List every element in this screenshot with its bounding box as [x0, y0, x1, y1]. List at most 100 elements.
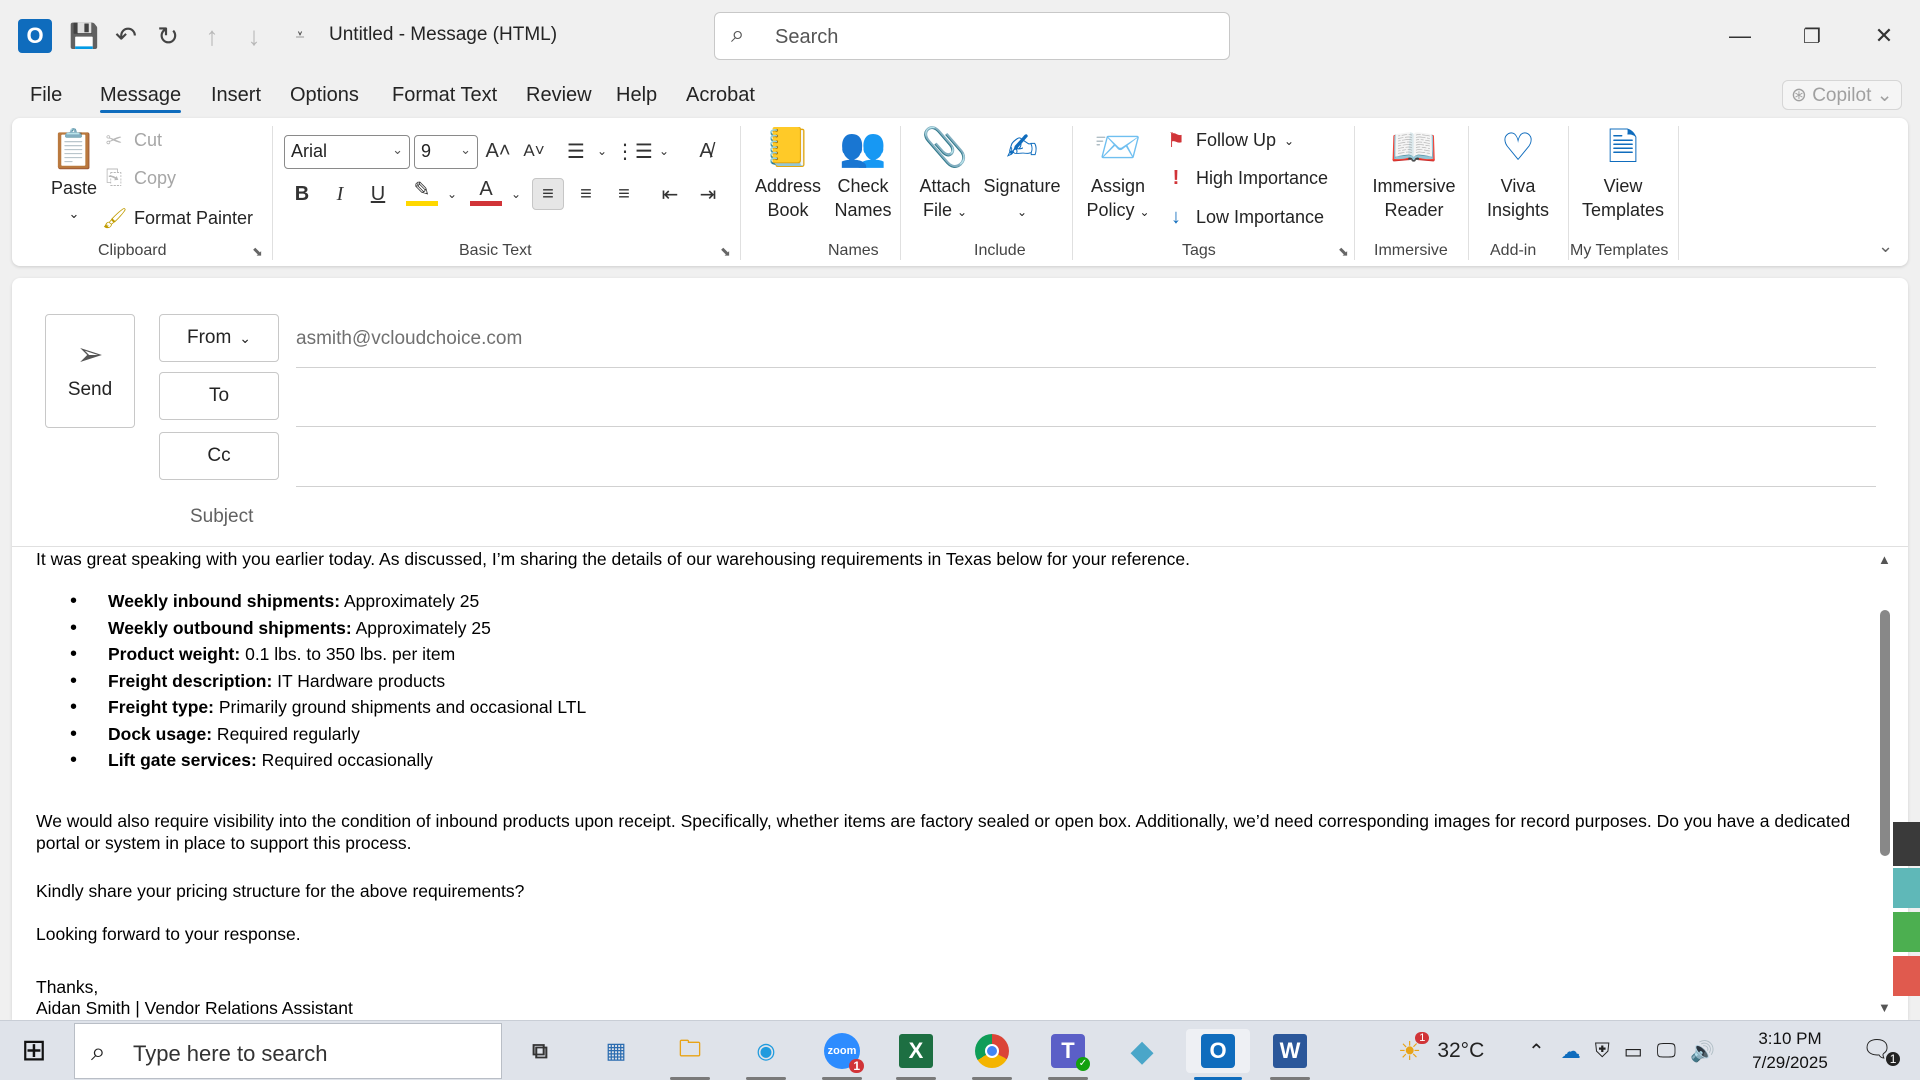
close-button[interactable]: ✕ — [1854, 14, 1914, 58]
side-panel-tab[interactable] — [1893, 868, 1920, 908]
align-left-icon[interactable]: ≡ — [532, 178, 564, 210]
tab-options[interactable]: Options — [290, 84, 359, 107]
search-placeholder: Search — [775, 26, 839, 48]
excel-icon[interactable]: X — [888, 1029, 944, 1080]
tab-file[interactable]: File — [30, 84, 62, 107]
onedrive-cloud-icon[interactable]: ☁ — [1561, 1039, 1581, 1064]
word-icon[interactable]: W — [1262, 1029, 1318, 1080]
chevron-down-icon[interactable]: ⌄ — [648, 135, 680, 167]
align-center-icon[interactable]: ≡ — [570, 178, 602, 210]
taskbar-search-input[interactable]: ⌕ Type here to search — [74, 1023, 502, 1079]
copilot-button[interactable]: ⊛ Copilot ⌄ — [1782, 80, 1902, 110]
attach-file-button[interactable]: 📎 Attach File ⌄ — [912, 126, 978, 224]
decrease-indent-icon[interactable]: ⇤ — [654, 178, 686, 210]
edge-browser-icon[interactable]: ◉ — [738, 1029, 794, 1080]
security-icon[interactable]: ⛨ — [1595, 1040, 1610, 1063]
tab-help[interactable]: Help — [616, 84, 657, 107]
high-importance-button[interactable]: ! High Importance — [1164, 167, 1328, 190]
tab-acrobat[interactable]: Acrobat — [686, 84, 755, 107]
taskbar-clock[interactable]: 3:10 PM 7/29/2025 — [1740, 1027, 1840, 1075]
font-family-select[interactable]: Arial ⌄ — [284, 135, 410, 169]
basic-text-dialog-launcher-icon[interactable]: ⬊ — [720, 244, 731, 260]
outlook-taskbar-icon[interactable]: O — [1186, 1029, 1250, 1080]
show-hidden-icons-icon[interactable]: ⌃ — [1528, 1039, 1545, 1064]
list-item-label: Weekly outbound shipments: — [108, 617, 352, 638]
from-button[interactable]: From ⌄ — [159, 314, 279, 362]
address-book-button[interactable]: 📒 Address Book — [750, 126, 826, 222]
customize-toolbar-icon[interactable]: ⩡ — [282, 18, 318, 54]
assign-policy-button[interactable]: 📨 Assign Policy ⌄ — [1084, 126, 1152, 224]
increase-indent-icon[interactable]: ⇥ — [692, 178, 724, 210]
weather-widget[interactable]: ☀ 1 32°C — [1398, 1021, 1484, 1080]
chevron-down-icon[interactable]: ⌄ — [500, 178, 532, 210]
clear-formatting-icon[interactable]: A̸ — [690, 135, 722, 167]
font-size-select[interactable]: 9 ⌄ — [414, 135, 478, 169]
cc-field-input[interactable] — [296, 486, 1876, 487]
align-right-icon[interactable]: ≡ — [608, 178, 640, 210]
clipboard-dialog-launcher-icon[interactable]: ⬊ — [252, 244, 263, 260]
group-separator — [1354, 126, 1355, 260]
network-icon[interactable]: 🖵 — [1657, 1040, 1676, 1063]
font-color-icon[interactable]: A — [470, 178, 502, 206]
cut-button[interactable]: ✂ Cut — [102, 128, 162, 153]
italic-button[interactable]: I — [324, 178, 356, 210]
send-button[interactable]: ➢ Send — [45, 314, 135, 428]
redo-icon[interactable]: ↻ — [150, 18, 186, 54]
tab-message[interactable]: Message — [100, 84, 182, 113]
copy-button[interactable]: ⎘ Copy — [102, 167, 176, 190]
restore-button[interactable]: ❐ — [1782, 14, 1842, 58]
notification-center-icon[interactable]: 🗨 1 — [1862, 1035, 1901, 1066]
list-item-label: Lift gate services: — [108, 750, 257, 770]
next-item-icon[interactable]: ↓ — [236, 18, 272, 54]
decrease-font-size-button[interactable]: A˅ — [518, 135, 550, 167]
view-templates-button[interactable]: 🗎 View Templates — [1576, 126, 1670, 222]
volume-icon[interactable]: 🔊 — [1690, 1039, 1715, 1064]
low-importance-button[interactable]: ↓ Low Importance — [1164, 206, 1324, 229]
signature-button[interactable]: ✍ Signature ⌄ — [980, 126, 1064, 224]
title-bar: O 💾 ↶ ↻ ↑ ↓ ⩡ Untitled - Message (HTML) … — [0, 0, 1920, 72]
bold-button[interactable]: B — [286, 178, 318, 210]
calculator-icon[interactable]: ▦ — [588, 1029, 644, 1073]
underline-button[interactable]: U — [362, 178, 394, 210]
side-panel-tab[interactable] — [1893, 956, 1920, 996]
immersive-reader-button[interactable]: 📖 Immersive Reader — [1366, 126, 1462, 222]
save-icon[interactable]: 💾 — [66, 18, 102, 54]
increase-font-size-button[interactable]: A˄ — [482, 135, 514, 167]
tab-review[interactable]: Review — [526, 84, 592, 107]
viva-insights-button[interactable]: ♡ Viva Insights — [1480, 126, 1556, 222]
format-painter-button[interactable]: 🖌 Format Painter — [102, 206, 253, 231]
previous-item-icon[interactable]: ↑ — [194, 18, 230, 54]
side-panel-tab[interactable] — [1893, 822, 1920, 866]
scrollbar-thumb[interactable] — [1880, 610, 1890, 856]
search-input[interactable]: ⌕ Search — [714, 12, 1230, 60]
tab-format-text[interactable]: Format Text — [392, 84, 497, 107]
zoom-icon[interactable]: zoom 1 — [814, 1029, 870, 1080]
task-view-icon[interactable]: ⧉ — [512, 1029, 568, 1073]
to-field-input[interactable] — [296, 426, 1876, 427]
chevron-down-icon[interactable]: ⌄ — [586, 135, 618, 167]
file-explorer-icon[interactable]: 🗀 — [662, 1029, 718, 1080]
highlight-icon[interactable]: ✎ — [406, 178, 438, 206]
tab-insert[interactable]: Insert — [211, 84, 261, 107]
to-button[interactable]: To — [159, 372, 279, 420]
numbering-icon[interactable]: ⋮☰ — [615, 135, 653, 167]
chrome-icon[interactable] — [964, 1029, 1020, 1080]
minimize-button[interactable]: — — [1710, 14, 1770, 58]
battery-icon[interactable]: ▭ — [1624, 1039, 1643, 1064]
windows-start-icon[interactable]: ⊞ — [14, 1033, 54, 1069]
app-diamond-icon[interactable]: ◆ — [1114, 1029, 1170, 1073]
teams-icon[interactable]: T ✓ — [1040, 1029, 1096, 1080]
side-panel-tab[interactable] — [1893, 912, 1920, 952]
scroll-up-arrow-icon[interactable]: ▲ — [1878, 552, 1891, 567]
message-body[interactable]: It was great speaking with you earlier t… — [36, 548, 1876, 1020]
check-names-button[interactable]: 👥 Check Names — [830, 126, 896, 222]
undo-icon[interactable]: ↶ — [108, 18, 144, 54]
list-item: Weekly outbound shipments: Approximately… — [36, 617, 586, 644]
follow-up-button[interactable]: ⚑ Follow Up ⌄ — [1164, 128, 1294, 153]
cc-button[interactable]: Cc — [159, 432, 279, 480]
group-separator — [272, 126, 273, 260]
tags-dialog-launcher-icon[interactable]: ⬊ — [1338, 244, 1349, 260]
chevron-down-icon[interactable]: ⌄ — [436, 178, 468, 210]
collapse-ribbon-icon[interactable]: ⌄ — [1878, 236, 1893, 257]
scroll-down-arrow-icon[interactable]: ▼ — [1878, 1000, 1891, 1015]
